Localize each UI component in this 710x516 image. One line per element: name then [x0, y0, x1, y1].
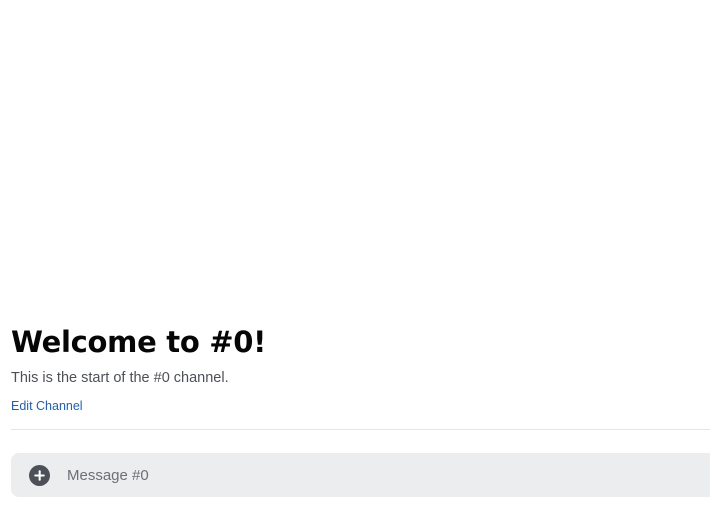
welcome-subtitle: This is the start of the #0 channel. [11, 370, 229, 386]
chat-main: Welcome to #0! This is the start of the … [0, 0, 710, 516]
message-input[interactable] [67, 453, 710, 497]
welcome-title: Welcome to #0! [11, 325, 267, 359]
message-composer [11, 453, 710, 497]
edit-channel-link[interactable]: Edit Channel [11, 398, 83, 414]
plus-circle-icon [28, 464, 50, 486]
divider [11, 429, 710, 430]
attach-button[interactable] [28, 464, 50, 486]
channel-welcome: Welcome to #0! This is the start of the … [11, 320, 710, 415]
